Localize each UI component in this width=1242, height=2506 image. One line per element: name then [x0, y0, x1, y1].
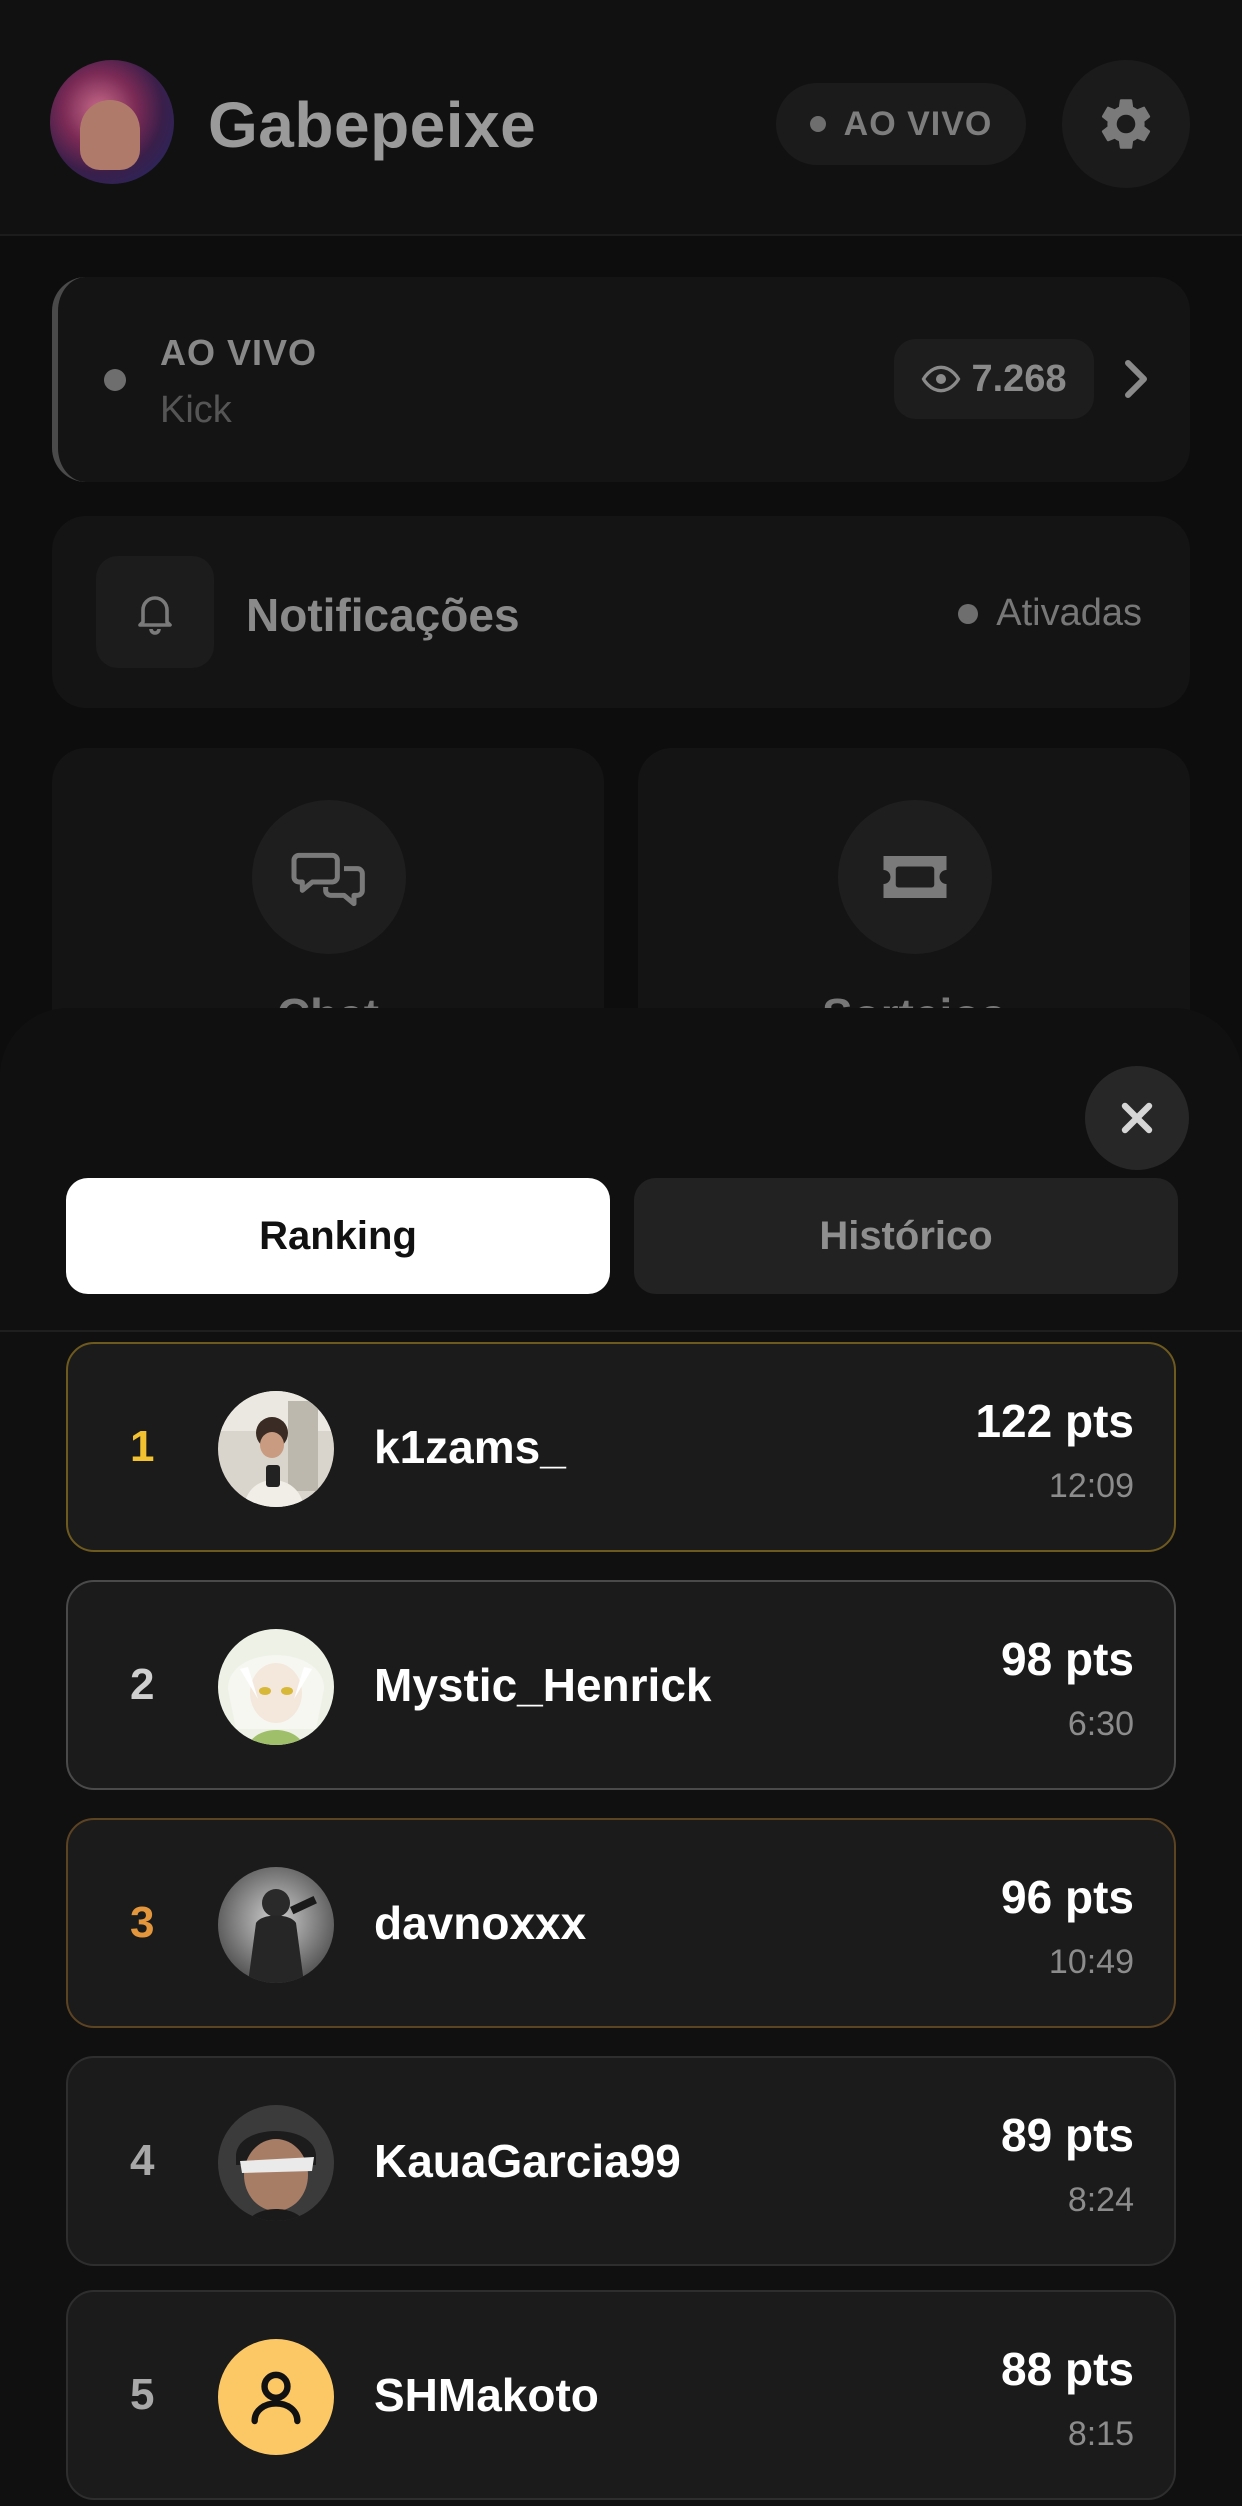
ranking-row[interactable]: 4 KauaGarcia99 89 pts 8:24	[66, 2056, 1176, 2266]
notifications-icon-box	[96, 556, 214, 668]
notifications-status: Ativadas	[958, 592, 1142, 635]
gear-icon	[1101, 99, 1151, 149]
live-dot	[809, 116, 826, 132]
avatar	[218, 2339, 334, 2455]
watch-time: 8:24	[1067, 2181, 1134, 2219]
points: 89 pts	[1001, 2109, 1134, 2161]
username: davnoxxx	[374, 1897, 587, 1949]
ranking-sheet: Ranking Histórico 1 k1zams_ 122 pts 12:0…	[0, 1008, 1242, 2506]
status-dot	[958, 603, 979, 624]
username: SHMakoto	[374, 2369, 599, 2421]
ticket-icon	[883, 856, 947, 898]
username: KauaGarcia99	[374, 2135, 681, 2187]
channel-header: Gabepeixe AO VIVO	[0, 0, 1242, 236]
points: 98 pts	[1001, 1633, 1134, 1685]
ranking-row[interactable]: 1 k1zams_ 122 pts 12:09	[66, 1342, 1176, 1552]
eye-icon	[922, 365, 961, 393]
live-badge-label: AO VIVO	[843, 104, 993, 143]
notifications-status-label: Ativadas	[996, 592, 1142, 634]
rank-position: 4	[130, 2136, 155, 2185]
tab-ranking[interactable]: Ranking	[66, 1178, 610, 1294]
notifications-card[interactable]: Notificações Ativadas	[52, 516, 1190, 708]
chat-icon-circle	[252, 800, 406, 954]
rank-position: 5	[130, 2370, 155, 2419]
ranking-row[interactable]: 3 davnoxxx 96 pts 10:49	[66, 1818, 1176, 2028]
sheet-tabs: Ranking Histórico	[66, 1178, 1178, 1294]
live-status: AO VIVO	[160, 332, 318, 373]
points: 122 pts	[975, 1395, 1134, 1447]
user-icon	[251, 2371, 301, 2425]
tab-historico[interactable]: Histórico	[634, 1178, 1178, 1294]
ranking-row[interactable]: 5 SHMakoto 88 pts 8:15	[66, 2290, 1176, 2500]
sheet-divider	[0, 1330, 1242, 1332]
watch-time: 12:09	[1048, 1467, 1134, 1505]
rank-position: 2	[130, 1660, 155, 1709]
username: k1zams_	[374, 1421, 566, 1473]
ranking-row[interactable]: 2 Mystic_Henrick 98 pts 6:30	[66, 1580, 1176, 1790]
avatar	[218, 1867, 334, 1983]
rank-position: 1	[130, 1422, 155, 1471]
avatar	[218, 1629, 334, 1745]
watch-time: 10:49	[1048, 1943, 1134, 1981]
channel-avatar[interactable]	[50, 60, 174, 184]
bell-icon	[138, 596, 172, 635]
settings-button[interactable]	[1062, 60, 1190, 188]
channel-name: Gabepeixe	[208, 89, 537, 161]
ticket-icon-circle	[838, 800, 992, 954]
viewer-count: 7.268	[971, 357, 1067, 400]
platform-name: Kick	[160, 389, 232, 431]
chat-bubbles-icon	[291, 852, 365, 907]
viewer-count-badge: 7.268	[894, 339, 1094, 419]
live-badge: AO VIVO	[776, 83, 1026, 165]
avatar	[218, 1391, 334, 1507]
close-icon	[1121, 1102, 1153, 1134]
notifications-label: Notificações	[246, 589, 520, 641]
live-stream-card[interactable]: AO VIVO Kick 7.268	[52, 277, 1190, 482]
close-button[interactable]	[1085, 1066, 1189, 1170]
points: 96 pts	[1001, 1871, 1134, 1923]
chevron-right-icon[interactable]	[1118, 357, 1154, 401]
watch-time: 8:15	[1067, 2415, 1134, 2453]
live-indicator-dot	[104, 369, 126, 391]
rank-position: 3	[130, 1898, 155, 1947]
username: Mystic_Henrick	[374, 1659, 712, 1711]
points: 88 pts	[1001, 2343, 1134, 2395]
avatar	[218, 2105, 334, 2221]
watch-time: 6:30	[1067, 1705, 1134, 1743]
